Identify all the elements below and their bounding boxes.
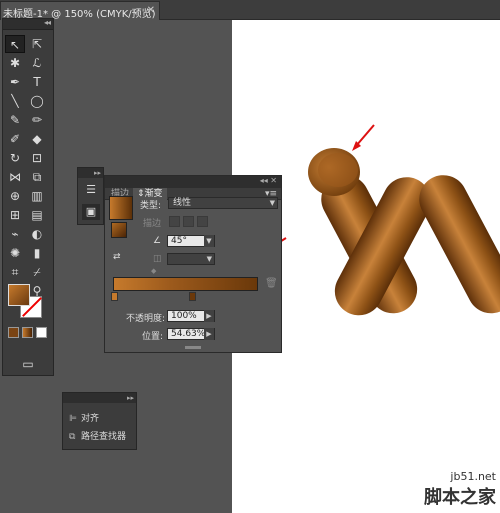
w-stroke-3[interactable]	[411, 167, 500, 322]
location-label: 位置:	[142, 332, 164, 342]
align-icon: ⊫	[69, 414, 77, 424]
panel-controls-icon[interactable]: ◂◂ ✕	[260, 176, 277, 185]
gradient-panel: ◂◂ ✕ 描边 ⇕渐变 ▾≡ 类型: 线性 ▼ 描边 ∠ 45° ▼ ⇄ ◫ ▼ ◆…	[104, 175, 282, 353]
location-field[interactable]: 54.63% ▶	[167, 328, 215, 340]
strip-header[interactable]: ▸▸	[78, 168, 103, 178]
lasso-tool-icon[interactable]: ℒ	[27, 54, 47, 72]
stroke-option-3	[197, 216, 208, 227]
type-dropdown[interactable]: 线性 ▼	[168, 197, 278, 209]
rotate-tool-icon[interactable]: ↻	[5, 149, 25, 167]
stroke-label: 描边	[143, 219, 162, 229]
tools-panel-header[interactable]: ◂◂	[3, 18, 53, 30]
watermark-text: 脚本之家	[424, 487, 496, 508]
magic-wand-tool-icon[interactable]: ✱	[5, 54, 25, 72]
gradient-tool-icon[interactable]: ▤	[27, 206, 47, 224]
reverse-gradient-icon[interactable]: ⇄	[113, 252, 121, 262]
pencil-tool-icon[interactable]: ✏	[27, 111, 47, 129]
align-panel-item[interactable]: ⊫ 对齐	[69, 411, 99, 427]
type-label: 类型:	[140, 201, 162, 211]
tools-panel: ◂◂ ↖ ⇱ ✱ ℒ ✒ T ╲ ◯ ✎ ✏ ✐ ◆ ↻ ⊡ ⋈ ⧉ ⊕ ▥ ⊞…	[2, 18, 54, 376]
close-tab-icon[interactable]: ✕	[147, 5, 155, 16]
gradient-panel-icon[interactable]: ▣	[82, 204, 100, 220]
width-tool-icon[interactable]: ⋈	[5, 168, 25, 186]
watermark-url: jb51.net	[450, 470, 496, 483]
pathfinder-panel-item[interactable]: ⧉ 路径查找器	[69, 429, 126, 445]
fill-swatch[interactable]	[8, 284, 30, 306]
cap-highlight	[318, 153, 358, 187]
shape-builder-tool-icon[interactable]: ⊕	[5, 187, 25, 205]
line-tool-icon[interactable]: ╲	[5, 92, 25, 110]
opacity-field[interactable]: 100% ▶	[167, 310, 215, 322]
pathfinder-icon: ⧉	[69, 432, 76, 442]
delete-stop-icon[interactable]: 🗑	[265, 278, 278, 289]
mesh-tool-icon[interactable]: ⊞	[5, 206, 25, 224]
watermark: jb51.net 脚本之家	[424, 470, 496, 509]
gradient-stop-start[interactable]	[111, 292, 118, 301]
pathfinder-label: 路径查找器	[81, 432, 127, 442]
stroke-option-1	[169, 216, 180, 227]
aspect-icon: ◫	[153, 254, 162, 264]
gradient-slider-bar[interactable]	[113, 277, 258, 291]
location-value: 54.63%	[171, 329, 206, 339]
align-panel-header[interactable]: ▸▸	[63, 393, 136, 403]
gradient-panel-titlebar[interactable]: ◂◂ ✕	[105, 176, 281, 188]
type-value: 线性	[173, 198, 192, 208]
none-mode-icon[interactable]	[36, 327, 47, 338]
blob-brush-tool-icon[interactable]: ✐	[5, 130, 25, 148]
color-mode-icon[interactable]	[8, 327, 19, 338]
angle-value: 45°	[171, 236, 187, 246]
direct-selection-tool-icon[interactable]: ⇱	[27, 35, 47, 53]
screen-mode-icon[interactable]: ▭	[17, 355, 39, 373]
angle-icon: ∠	[153, 236, 162, 246]
artboard-tool-icon[interactable]: ⌗	[5, 263, 25, 281]
ellipse-tool-icon[interactable]: ◯	[27, 92, 47, 110]
eraser-tool-icon[interactable]: ◆	[27, 130, 47, 148]
opacity-label: 不透明度:	[126, 314, 166, 324]
stroke-panel-icon[interactable]: ☰	[82, 182, 100, 198]
slice-tool-icon[interactable]: ⌿	[27, 263, 47, 281]
type-tool-icon[interactable]: T	[27, 73, 47, 91]
scale-tool-icon[interactable]: ⊡	[27, 149, 47, 167]
opacity-value: 100%	[171, 311, 197, 321]
midpoint-icon[interactable]: ◆	[151, 267, 156, 275]
gradient-thumbnail[interactable]	[109, 196, 133, 220]
column-graph-tool-icon[interactable]: ▮	[27, 244, 47, 262]
angle-field[interactable]: 45° ▼	[167, 235, 215, 247]
fill-stroke-swatch[interactable]	[111, 222, 127, 238]
graph-tool-icon[interactable]: ▥	[27, 187, 47, 205]
stroke-option-2	[183, 216, 194, 227]
align-label: 对齐	[81, 414, 100, 424]
document-tab-bar: 未标题-1* @ 150% (CMYK/预览) ✕	[0, 0, 500, 20]
pen-tool-icon[interactable]: ✒	[5, 73, 25, 91]
panel-resize-grip[interactable]	[185, 346, 201, 349]
collapsed-panel-strip: ▸▸ ☰ ▣	[77, 167, 104, 225]
symbol-sprayer-tool-icon[interactable]: ✺	[5, 244, 25, 262]
gradient-stop-end[interactable]	[189, 292, 196, 301]
align-pathfinder-panel: ▸▸ ⊫ 对齐 ⧉ 路径查找器	[62, 392, 137, 450]
eyedropper-tool-icon[interactable]: ⌁	[5, 225, 25, 243]
paintbrush-tool-icon[interactable]: ✎	[5, 111, 25, 129]
gradient-mode-icon[interactable]	[22, 327, 33, 338]
red-arrow-annotation	[352, 124, 375, 151]
free-transform-tool-icon[interactable]: ⧉	[27, 168, 47, 186]
blend-tool-icon[interactable]: ◐	[27, 225, 47, 243]
selection-tool-icon[interactable]: ↖	[5, 35, 25, 53]
collapse-icon[interactable]: ◂◂	[44, 18, 51, 27]
aspect-field: ▼	[167, 253, 215, 265]
